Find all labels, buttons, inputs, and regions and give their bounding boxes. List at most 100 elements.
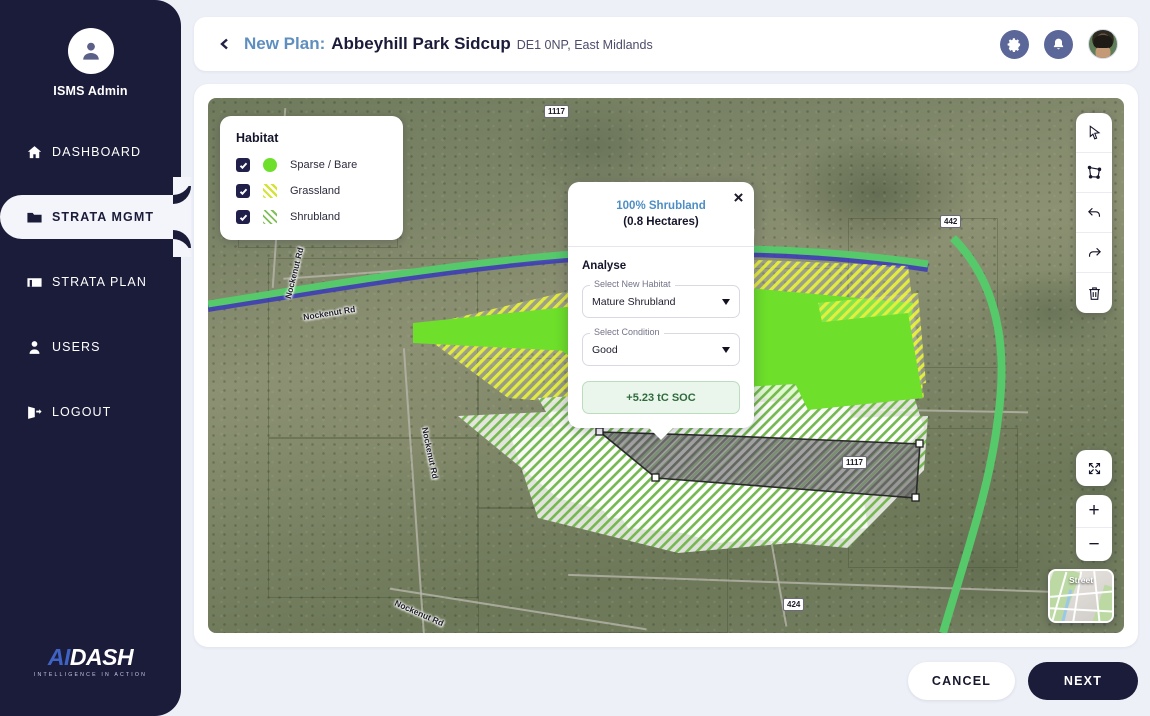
map-canvas[interactable]: Nockenut Rd Nockenut Rd Nockenut Rd Nock… (208, 98, 1124, 633)
undo-tool[interactable] (1076, 193, 1112, 233)
draw-polygon-tool[interactable] (1076, 153, 1112, 193)
map-tool-column (1076, 113, 1112, 313)
sidebar-item-logout[interactable]: LOGOUT (0, 390, 181, 434)
sidebar-item-label: DASHBOARD (52, 145, 142, 159)
select-new-habitat-value: Mature Shrubland (592, 295, 676, 308)
delete-tool[interactable] (1076, 273, 1112, 313)
user-icon (26, 339, 52, 356)
expand-icon (1088, 462, 1100, 474)
road-label: Nockenut Rd (393, 597, 446, 629)
notifications-button[interactable] (1044, 29, 1073, 59)
map-road (402, 348, 426, 633)
map-field (268, 438, 478, 598)
legend-item-shrubland[interactable]: Shrubland (236, 210, 387, 224)
road-label: Nockenut Rd (419, 426, 441, 480)
map-road (750, 429, 788, 627)
legend-item-label: Grassland (290, 185, 341, 197)
road-shield: 1117 (544, 105, 569, 118)
legend-checkbox[interactable] (236, 158, 250, 172)
sidebar-item-label: STRATA PLAN (52, 275, 147, 289)
fullscreen-button[interactable] (1076, 450, 1112, 486)
select-new-habitat-field: Select New Habitat Mature Shrubland (582, 279, 740, 319)
select-new-habitat-label: Select New Habitat (590, 279, 675, 290)
page-title: New Plan: Abbeyhill Park Sidcup DE1 0NP,… (244, 34, 653, 54)
check-icon (239, 214, 247, 221)
popup-pointer-notch (648, 427, 674, 441)
select-condition-label: Select Condition (590, 327, 664, 338)
legend-checkbox[interactable] (236, 184, 250, 198)
basemap-switcher[interactable]: Street (1048, 569, 1114, 623)
brand-tagline: INTELLIGENCE IN ACTION (33, 672, 148, 678)
polygon-vertex-handles (595, 427, 924, 502)
person-icon (82, 42, 99, 60)
zoom-out-button[interactable]: − (1076, 528, 1112, 561)
legend-item-sparse-bare[interactable]: Sparse / Bare (236, 158, 387, 172)
sidebar-item-label: LOGOUT (52, 405, 112, 419)
sidebar-user-name: ISMS Admin (53, 84, 128, 98)
redo-tool[interactable] (1076, 233, 1112, 273)
map-field (268, 258, 478, 438)
plan-icon (26, 274, 52, 291)
title-main: Abbeyhill Park Sidcup (331, 34, 511, 53)
back-button[interactable] (214, 29, 236, 59)
road-shield: 424 (783, 598, 805, 611)
legend-title: Habitat (236, 131, 279, 145)
sidebar-item-users[interactable]: USERS (0, 325, 181, 369)
cursor-icon (1089, 125, 1100, 140)
legend-item-grassland[interactable]: Grassland (236, 184, 387, 198)
select-cursor-tool[interactable] (1076, 113, 1112, 153)
title-subtitle: DE1 0NP, East Midlands (516, 38, 653, 52)
sidebar-item-strata-plan[interactable]: STRATA PLAN (0, 260, 181, 304)
legend-item-label: Shrubland (290, 211, 341, 223)
road-label: Nockenut Rd (302, 303, 356, 323)
footer-actions: CANCEL NEXT (194, 660, 1138, 702)
habitat-legend: Habitat Sparse / Bare Grassland Shrublan… (220, 116, 403, 240)
header-actions (1000, 29, 1118, 59)
road-shield: 1117 (842, 456, 867, 469)
sidebar-item-label: USERS (52, 340, 101, 354)
gear-icon (1007, 37, 1021, 52)
map-field (848, 428, 1018, 568)
brand-dash: DASH (69, 644, 134, 670)
analyse-heading: Analyse (582, 260, 627, 273)
map-field (848, 218, 998, 368)
select-condition-dropdown[interactable]: Good (582, 333, 740, 367)
profile-avatar[interactable] (1088, 29, 1118, 59)
soc-result: +5.23 tC SOC (582, 381, 740, 415)
habitat-grassland (818, 293, 926, 398)
select-condition-value: Good (592, 343, 618, 356)
chevron-left-icon (220, 38, 228, 50)
habitat-shrubland (563, 416, 928, 548)
sidebar-nav: DASHBOARD STRATA MGMT STRATA PLAN USERS (0, 130, 191, 455)
brand-ai: AI (47, 644, 71, 670)
road-shield: 442 (940, 215, 962, 228)
close-icon (733, 192, 743, 202)
sidebar: ISMS Admin DASHBOARD STRATA MGMT STRATA (0, 0, 191, 716)
undo-icon (1087, 207, 1100, 217)
popup-header: 100% Shrubland (0.8 Hectares) (568, 182, 754, 246)
logout-icon (26, 404, 52, 421)
redo-icon (1088, 247, 1101, 257)
next-button[interactable]: NEXT (1028, 662, 1138, 700)
legend-item-label: Sparse / Bare (290, 159, 358, 171)
sidebar-user: ISMS Admin (0, 28, 181, 98)
zoom-in-button[interactable]: + (1076, 495, 1112, 528)
select-condition-field: Select Condition Good (582, 327, 740, 367)
legend-checkbox[interactable] (236, 210, 250, 224)
polygon-icon (1087, 165, 1101, 179)
check-icon (239, 162, 247, 169)
trash-icon (1088, 286, 1100, 300)
cancel-button[interactable]: CANCEL (908, 662, 1015, 700)
sidebar-item-strata-mgmt[interactable]: STRATA MGMT (0, 177, 191, 257)
bell-icon (1053, 38, 1064, 49)
check-icon (239, 188, 247, 195)
map-road (568, 573, 1088, 595)
selected-polygon (597, 431, 921, 499)
select-new-habitat-dropdown[interactable]: Mature Shrubland (582, 285, 740, 319)
popup-body: Analyse Select New Habitat Mature Shrubl… (568, 247, 754, 415)
settings-button[interactable] (1000, 29, 1029, 59)
basemap-label: Street (1068, 575, 1094, 585)
popup-close-button[interactable] (731, 190, 745, 204)
chevron-down-icon (722, 298, 730, 305)
sidebar-item-dashboard[interactable]: DASHBOARD (0, 130, 181, 174)
